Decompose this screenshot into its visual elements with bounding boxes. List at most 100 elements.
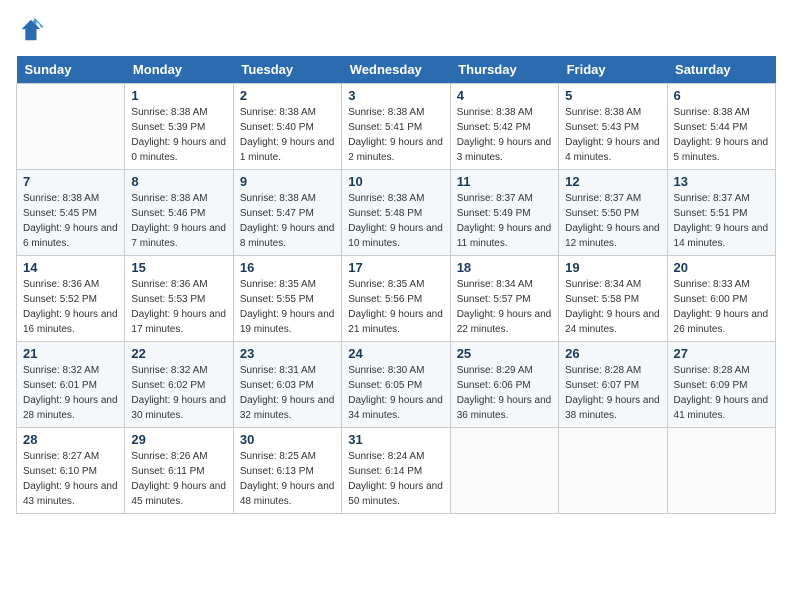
day-info: Sunrise: 8:36 AMSunset: 5:53 PMDaylight:… xyxy=(131,277,226,337)
calendar-cell: 16 Sunrise: 8:35 AMSunset: 5:55 PMDayligh… xyxy=(233,256,341,342)
day-number: 12 xyxy=(565,174,660,189)
day-info: Sunrise: 8:36 AMSunset: 5:52 PMDaylight:… xyxy=(23,277,118,337)
calendar-cell: 28 Sunrise: 8:27 AMSunset: 6:10 PMDayligh… xyxy=(17,428,125,514)
week-row-3: 14 Sunrise: 8:36 AMSunset: 5:52 PMDayligh… xyxy=(17,256,776,342)
week-row-2: 7Sunrise: 8:38 AMSunset: 5:45 PMDaylight… xyxy=(17,170,776,256)
day-info: Sunrise: 8:29 AMSunset: 6:06 PMDaylight:… xyxy=(457,363,552,423)
day-number: 26 xyxy=(565,346,660,361)
page-header xyxy=(16,16,776,44)
calendar-table: SundayMondayTuesdayWednesdayThursdayFrid… xyxy=(16,56,776,514)
calendar-cell: 24Sunrise: 8:30 AMSunset: 6:05 PMDayligh… xyxy=(342,342,450,428)
day-info: Sunrise: 8:28 AMSunset: 6:07 PMDaylight:… xyxy=(565,363,660,423)
day-number: 29 xyxy=(131,432,226,447)
day-info: Sunrise: 8:34 AMSunset: 5:57 PMDaylight:… xyxy=(457,277,552,337)
calendar-cell: 29 Sunrise: 8:26 AMSunset: 6:11 PMDayligh… xyxy=(125,428,233,514)
week-row-5: 28 Sunrise: 8:27 AMSunset: 6:10 PMDayligh… xyxy=(17,428,776,514)
calendar-cell: 3 Sunrise: 8:38 AMSunset: 5:41 PMDaylight… xyxy=(342,84,450,170)
day-info: Sunrise: 8:27 AMSunset: 6:10 PMDaylight:… xyxy=(23,449,118,509)
logo-icon xyxy=(16,16,44,44)
calendar-cell: 2 Sunrise: 8:38 AMSunset: 5:40 PMDaylight… xyxy=(233,84,341,170)
day-info: Sunrise: 8:38 AMSunset: 5:41 PMDaylight:… xyxy=(348,105,443,165)
calendar-cell xyxy=(667,428,775,514)
week-row-4: 21 Sunrise: 8:32 AMSunset: 6:01 PMDayligh… xyxy=(17,342,776,428)
column-header-sunday: Sunday xyxy=(17,56,125,84)
column-header-row: SundayMondayTuesdayWednesdayThursdayFrid… xyxy=(17,56,776,84)
day-number: 21 xyxy=(23,346,118,361)
day-info: Sunrise: 8:31 AMSunset: 6:03 PMDaylight:… xyxy=(240,363,335,423)
calendar-cell: 7Sunrise: 8:38 AMSunset: 5:45 PMDaylight… xyxy=(17,170,125,256)
calendar-cell: 20 Sunrise: 8:33 AMSunset: 6:00 PMDayligh… xyxy=(667,256,775,342)
day-info: Sunrise: 8:35 AMSunset: 5:55 PMDaylight:… xyxy=(240,277,335,337)
day-info: Sunrise: 8:32 AMSunset: 6:02 PMDaylight:… xyxy=(131,363,226,423)
calendar-cell: 11 Sunrise: 8:37 AMSunset: 5:49 PMDayligh… xyxy=(450,170,558,256)
day-number: 16 xyxy=(240,260,335,275)
day-number: 30 xyxy=(240,432,335,447)
calendar-cell: 13Sunrise: 8:37 AMSunset: 5:51 PMDayligh… xyxy=(667,170,775,256)
calendar-cell: 17 Sunrise: 8:35 AMSunset: 5:56 PMDayligh… xyxy=(342,256,450,342)
calendar-cell: 25 Sunrise: 8:29 AMSunset: 6:06 PMDayligh… xyxy=(450,342,558,428)
day-number: 31 xyxy=(348,432,443,447)
calendar-cell: 19Sunrise: 8:34 AMSunset: 5:58 PMDayligh… xyxy=(559,256,667,342)
day-number: 4 xyxy=(457,88,552,103)
calendar-cell: 4 Sunrise: 8:38 AMSunset: 5:42 PMDaylight… xyxy=(450,84,558,170)
calendar-cell: 22 Sunrise: 8:32 AMSunset: 6:02 PMDayligh… xyxy=(125,342,233,428)
day-info: Sunrise: 8:26 AMSunset: 6:11 PMDaylight:… xyxy=(131,449,226,509)
day-number: 1 xyxy=(131,88,226,103)
day-number: 14 xyxy=(23,260,118,275)
day-number: 10 xyxy=(348,174,443,189)
column-header-wednesday: Wednesday xyxy=(342,56,450,84)
day-number: 28 xyxy=(23,432,118,447)
column-header-saturday: Saturday xyxy=(667,56,775,84)
calendar-cell xyxy=(17,84,125,170)
day-number: 9 xyxy=(240,174,335,189)
calendar-cell: 15 Sunrise: 8:36 AMSunset: 5:53 PMDayligh… xyxy=(125,256,233,342)
day-number: 27 xyxy=(674,346,769,361)
calendar-cell: 6 Sunrise: 8:38 AMSunset: 5:44 PMDaylight… xyxy=(667,84,775,170)
day-number: 8 xyxy=(131,174,226,189)
day-info: Sunrise: 8:38 AMSunset: 5:46 PMDaylight:… xyxy=(131,191,226,251)
day-info: Sunrise: 8:38 AMSunset: 5:44 PMDaylight:… xyxy=(674,105,769,165)
calendar-cell: 23Sunrise: 8:31 AMSunset: 6:03 PMDayligh… xyxy=(233,342,341,428)
day-number: 18 xyxy=(457,260,552,275)
day-info: Sunrise: 8:38 AMSunset: 5:39 PMDaylight:… xyxy=(131,105,226,165)
calendar-cell: 31 Sunrise: 8:24 AMSunset: 6:14 PMDayligh… xyxy=(342,428,450,514)
column-header-monday: Monday xyxy=(125,56,233,84)
day-info: Sunrise: 8:38 AMSunset: 5:43 PMDaylight:… xyxy=(565,105,660,165)
day-number: 3 xyxy=(348,88,443,103)
day-info: Sunrise: 8:38 AMSunset: 5:47 PMDaylight:… xyxy=(240,191,335,251)
day-info: Sunrise: 8:28 AMSunset: 6:09 PMDaylight:… xyxy=(674,363,769,423)
day-number: 15 xyxy=(131,260,226,275)
day-info: Sunrise: 8:30 AMSunset: 6:05 PMDaylight:… xyxy=(348,363,443,423)
day-info: Sunrise: 8:32 AMSunset: 6:01 PMDaylight:… xyxy=(23,363,118,423)
calendar-cell: 10Sunrise: 8:38 AMSunset: 5:48 PMDayligh… xyxy=(342,170,450,256)
day-info: Sunrise: 8:37 AMSunset: 5:49 PMDaylight:… xyxy=(457,191,552,251)
day-number: 22 xyxy=(131,346,226,361)
day-number: 19 xyxy=(565,260,660,275)
calendar-cell: 26 Sunrise: 8:28 AMSunset: 6:07 PMDayligh… xyxy=(559,342,667,428)
day-info: Sunrise: 8:33 AMSunset: 6:00 PMDaylight:… xyxy=(674,277,769,337)
day-info: Sunrise: 8:38 AMSunset: 5:40 PMDaylight:… xyxy=(240,105,335,165)
week-row-1: 1 Sunrise: 8:38 AMSunset: 5:39 PMDaylight… xyxy=(17,84,776,170)
column-header-friday: Friday xyxy=(559,56,667,84)
day-number: 5 xyxy=(565,88,660,103)
day-number: 17 xyxy=(348,260,443,275)
day-info: Sunrise: 8:24 AMSunset: 6:14 PMDaylight:… xyxy=(348,449,443,509)
day-number: 25 xyxy=(457,346,552,361)
column-header-thursday: Thursday xyxy=(450,56,558,84)
day-info: Sunrise: 8:25 AMSunset: 6:13 PMDaylight:… xyxy=(240,449,335,509)
calendar-cell: 1 Sunrise: 8:38 AMSunset: 5:39 PMDaylight… xyxy=(125,84,233,170)
day-info: Sunrise: 8:37 AMSunset: 5:51 PMDaylight:… xyxy=(674,191,769,251)
day-info: Sunrise: 8:35 AMSunset: 5:56 PMDaylight:… xyxy=(348,277,443,337)
calendar-cell: 27 Sunrise: 8:28 AMSunset: 6:09 PMDayligh… xyxy=(667,342,775,428)
day-number: 11 xyxy=(457,174,552,189)
calendar-cell: 18 Sunrise: 8:34 AMSunset: 5:57 PMDayligh… xyxy=(450,256,558,342)
day-info: Sunrise: 8:37 AMSunset: 5:50 PMDaylight:… xyxy=(565,191,660,251)
calendar-cell: 9 Sunrise: 8:38 AMSunset: 5:47 PMDaylight… xyxy=(233,170,341,256)
calendar-cell xyxy=(450,428,558,514)
calendar-cell: 8 Sunrise: 8:38 AMSunset: 5:46 PMDaylight… xyxy=(125,170,233,256)
day-number: 2 xyxy=(240,88,335,103)
day-number: 20 xyxy=(674,260,769,275)
day-number: 6 xyxy=(674,88,769,103)
day-info: Sunrise: 8:38 AMSunset: 5:42 PMDaylight:… xyxy=(457,105,552,165)
calendar-cell: 21 Sunrise: 8:32 AMSunset: 6:01 PMDayligh… xyxy=(17,342,125,428)
